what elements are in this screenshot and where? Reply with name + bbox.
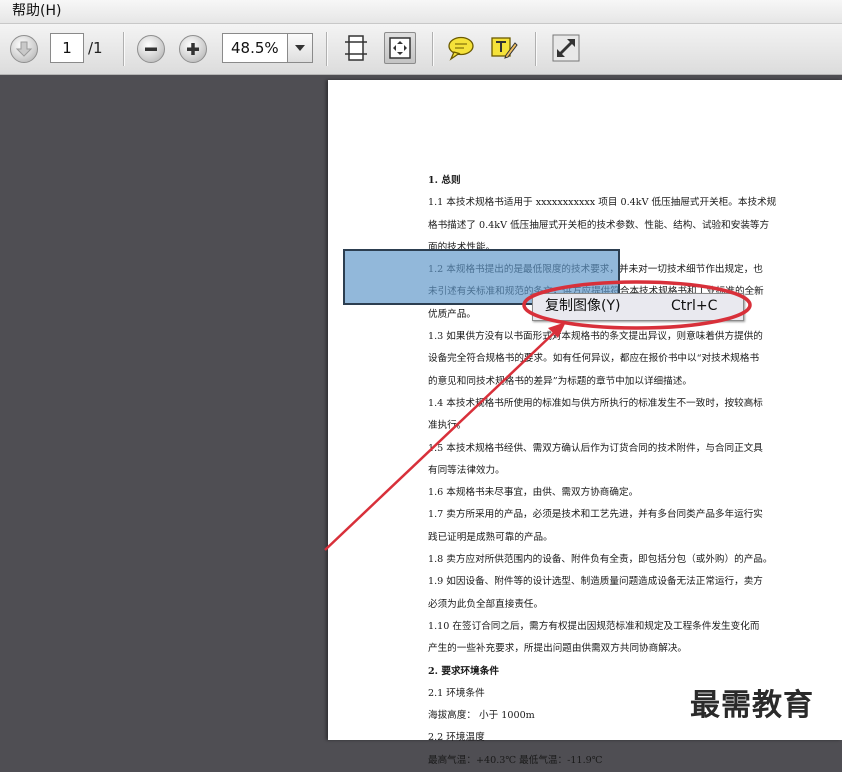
document-line: 设备完全符合规格书的要求。如有任何异议，都应在报价书中以“对技术规格书 [428, 353, 760, 365]
toolbar-divider [326, 32, 328, 66]
document-line: 1.1 本技术规格书适用于 xxxxxxxxxxx 项目 0.4kV 低压抽屉式… [428, 197, 777, 209]
expand-icon [552, 34, 580, 62]
text-edit-icon [491, 37, 518, 59]
menu-bar: 帮助(H) [0, 0, 842, 24]
full-screen-button[interactable] [550, 32, 582, 64]
document-line: 有同等法律效力。 [428, 464, 505, 476]
speech-bubble-icon [448, 36, 474, 61]
comment-button[interactable] [445, 32, 477, 64]
menu-item-shortcut: Ctrl+C [671, 298, 718, 314]
document-line: 1.5 本技术规格书经供、需双方确认后作为订货合同的技术附件，与合同正文具 [428, 442, 763, 454]
document-line: 必须为此负全部直接责任。 [428, 598, 544, 610]
context-menu: 复制图像(Y) Ctrl+C [532, 293, 744, 321]
document-line: 的意见和同技术规格书的差异”为标题的章节中加以详细描述。 [428, 375, 692, 387]
minus-icon [145, 47, 157, 51]
typewriter-button[interactable] [488, 32, 520, 64]
watermark-logo: 最需教育 [690, 688, 814, 723]
menu-item-copy-image[interactable]: 复制图像(Y) [545, 294, 620, 318]
zoom-out-button[interactable] [137, 35, 165, 63]
document-line: 最高气温：+40.3℃ 最低气温：-11.9℃ [428, 754, 603, 766]
document-line: 践已证明是成熟可靠的产品。 [428, 531, 553, 543]
toolbar: 1 /1 48.5% [0, 24, 842, 75]
document-line: 1.10 在签订合同之后，需方有权提出因规范标准和规定及工程条件发生变化而 [428, 620, 760, 632]
document-line: 1.4 本技术规格书所使用的标准如与供方所执行的标准发生不一致时，按较高标 [428, 397, 763, 409]
document-page[interactable]: 1. 总则 1.1 本技术规格书适用于 xxxxxxxxxxx 项目 0.4kV … [328, 80, 842, 766]
document-line: 1.9 如因设备、附件等的设计选型、制造质量问题造成设备无法正常运行，卖方 [428, 576, 763, 588]
plus-icon [187, 43, 199, 55]
fit-width-button[interactable] [384, 32, 416, 64]
document-line: 1.3 如果供方没有以书面形式对本规格书的条文提出异议，则意味着供方提供的 [428, 331, 763, 343]
fit-window-icon [389, 37, 411, 59]
next-page-button[interactable] [10, 35, 38, 63]
zoom-dropdown-button[interactable] [287, 33, 313, 63]
chevron-down-icon [295, 45, 305, 51]
document-line: 1. 总则 [428, 175, 461, 186]
document-line: 2.2 环境温度 [428, 732, 485, 744]
toolbar-divider [535, 32, 537, 66]
document-line: 格书描述了 0.4kV 低压抽屉式开关柜的技术参数、性能、结构、试验和安装等方 [428, 219, 770, 231]
page-total: /1 [88, 39, 103, 57]
toolbar-divider [432, 32, 434, 66]
document-line: 1.8 卖方应对所供范围内的设备、附件负有全责，即包括分包（或外购）的产品。 [428, 554, 773, 566]
zoom-in-button[interactable] [179, 35, 207, 63]
toolbar-divider [123, 32, 125, 66]
page-number-input[interactable]: 1 [50, 33, 84, 63]
document-line: 1.6 本规格书未尽事宜，由供、需双方协商确定。 [428, 487, 639, 499]
menu-help[interactable]: 帮助(H) [12, 0, 61, 22]
document-line: 产生的一些补充要求，所提出问题由供需双方共同协商解决。 [428, 643, 688, 655]
fit-page-icon [345, 35, 367, 61]
zoom-level-input[interactable]: 48.5% [222, 33, 288, 63]
document-line: 1.7 卖方所采用的产品，必须是技术和工艺先进，并有多台同类产品多年运行实 [428, 509, 763, 521]
fit-page-button[interactable] [340, 32, 372, 64]
arrow-down-icon [15, 41, 33, 57]
document-line: 准执行。 [428, 420, 467, 432]
